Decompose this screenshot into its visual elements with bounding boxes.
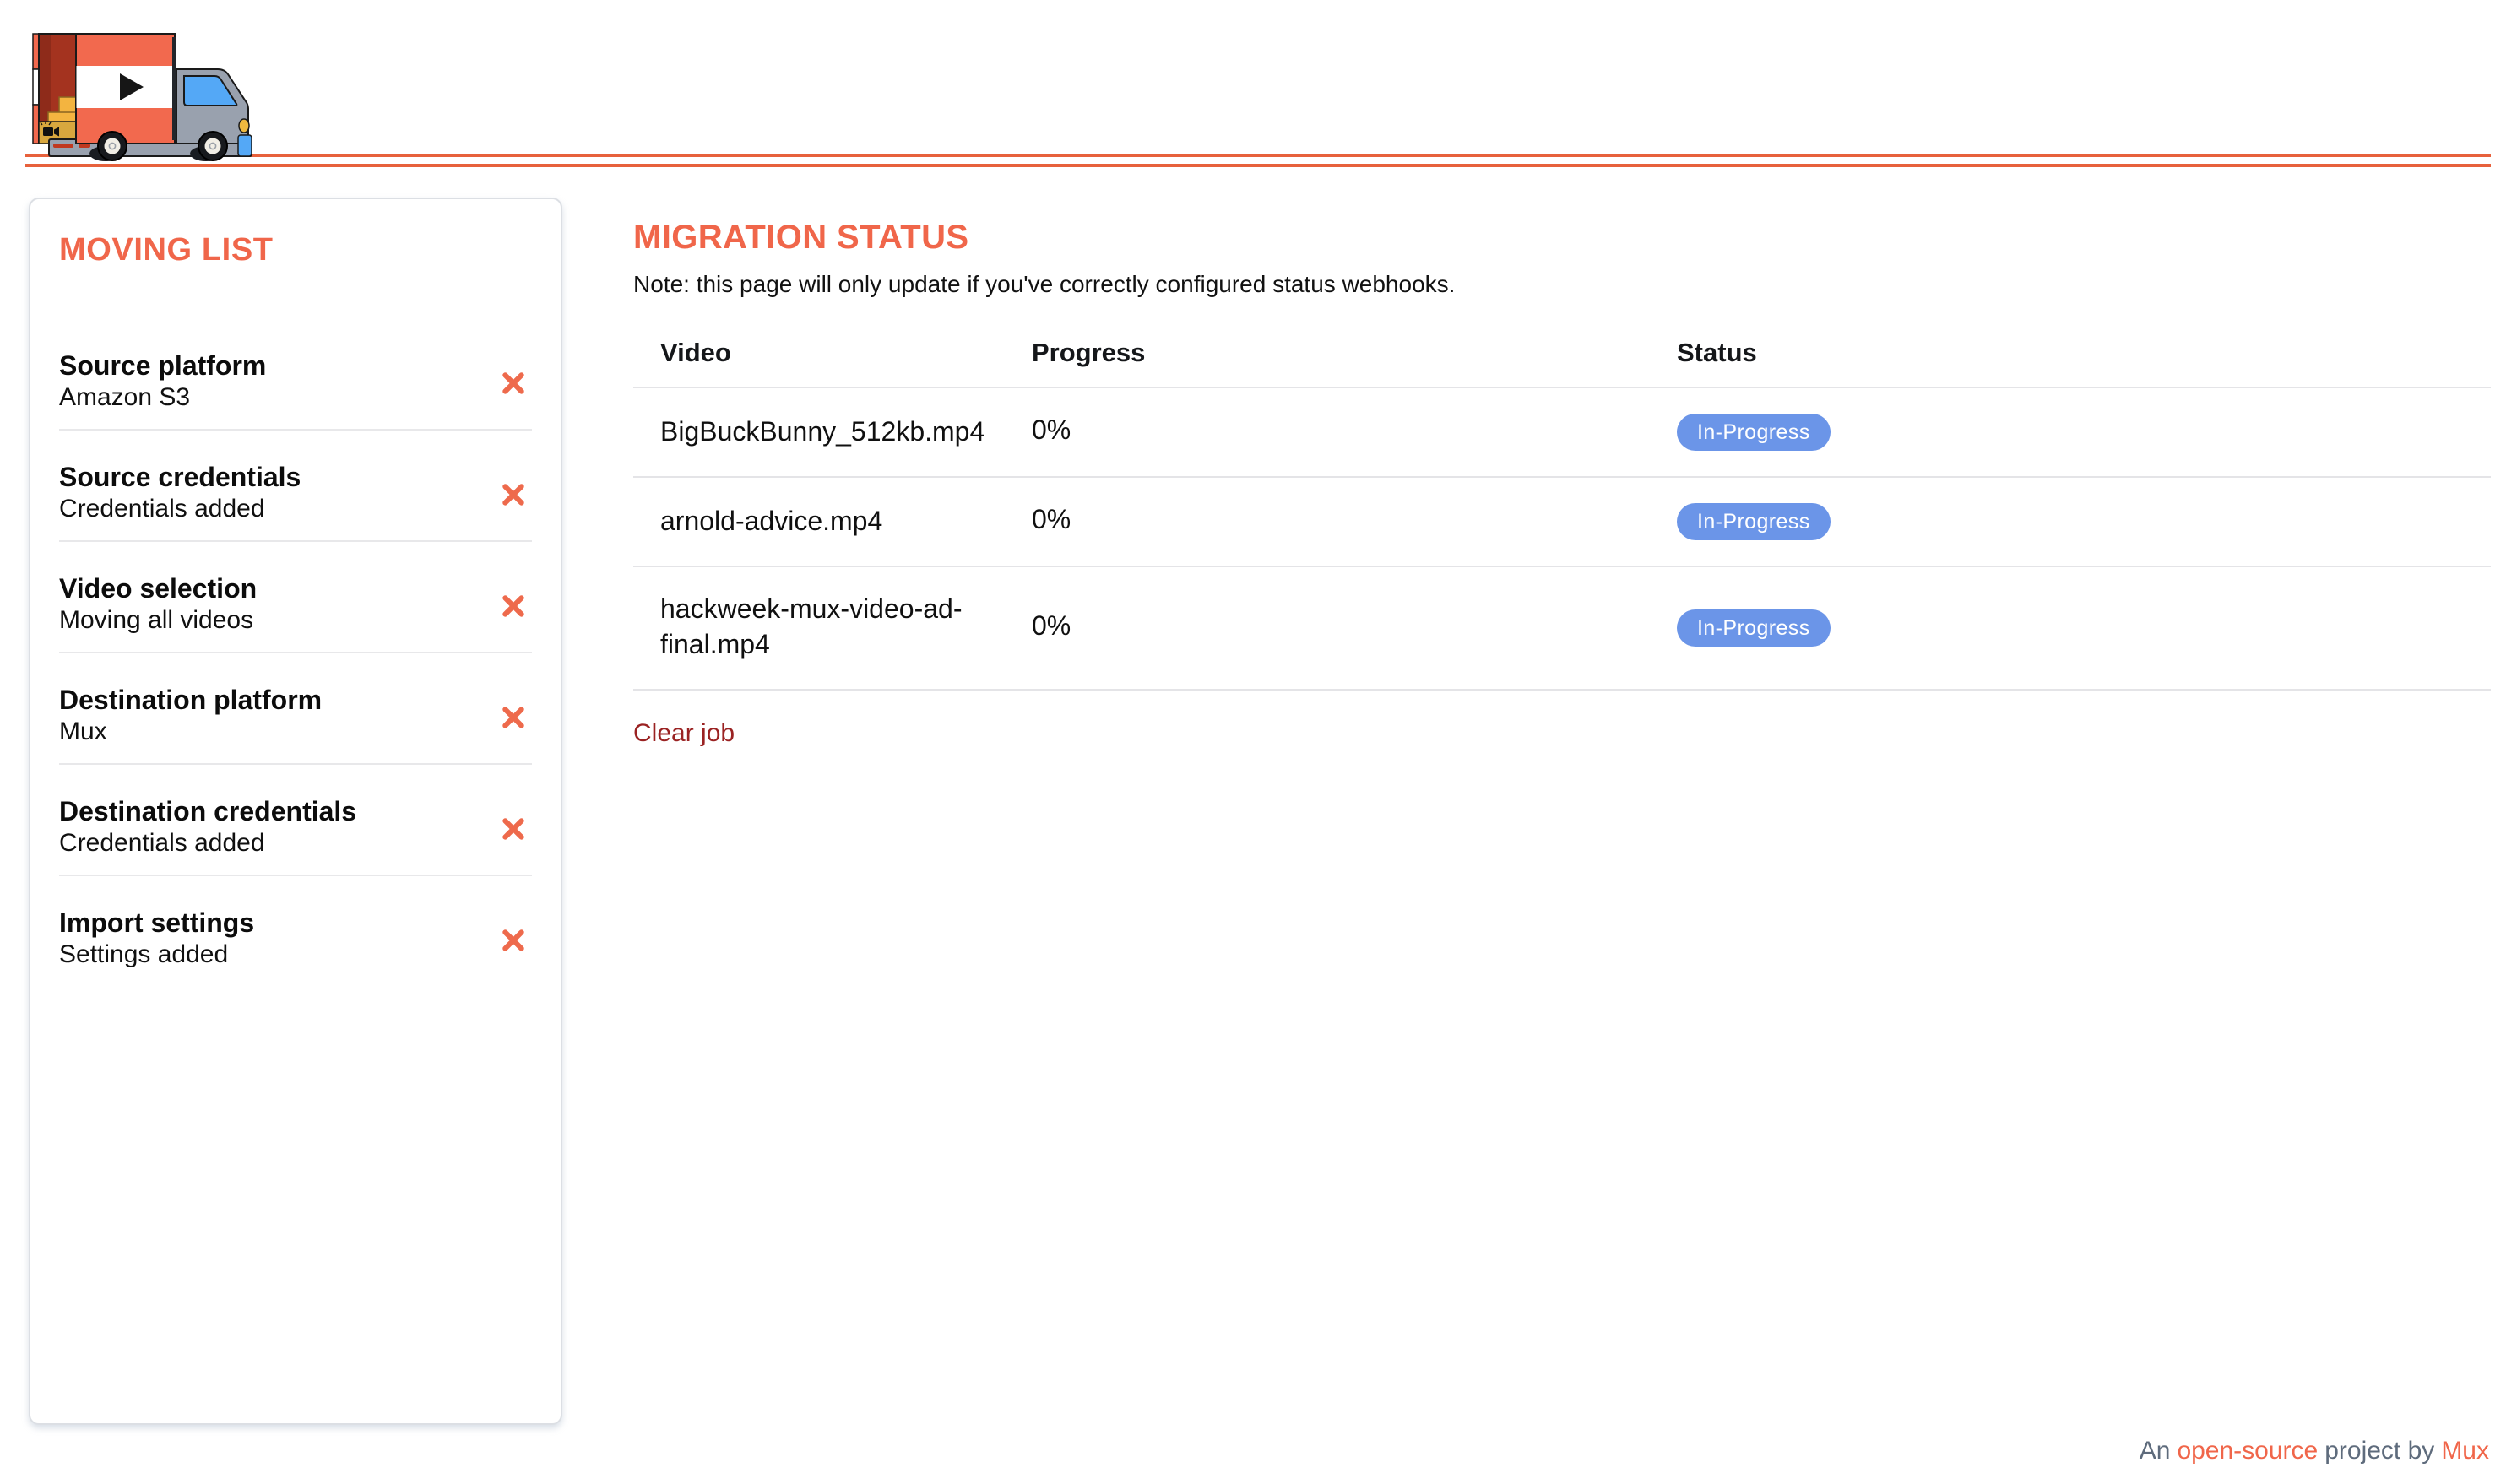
x-icon (502, 929, 525, 952)
item-title: Import settings (59, 910, 254, 940)
table-row: BigBuckBunny_512kb.mp4 0% In-Progress (633, 388, 2491, 478)
footer-credit: Anopen-sourceproject byMux (2140, 1437, 2489, 1465)
item-title: Video selection (59, 576, 257, 606)
sidebar-item-video-selection: Video selection Moving all videos (59, 540, 532, 652)
item-title: Destination platform (59, 687, 322, 718)
header-divider-line-bottom (25, 163, 2491, 167)
webhooks-note: Note: this page will only update if you'… (633, 270, 2491, 297)
footer-text-prefix: An (2140, 1437, 2171, 1465)
item-value: Moving all videos (59, 606, 257, 636)
status-badge: In-Progress (1677, 503, 1831, 540)
sidebar-item-import-settings: Import settings Settings added (59, 875, 532, 986)
x-icon (502, 371, 525, 395)
status-badge: In-Progress (1677, 609, 1831, 647)
item-title: Source platform (59, 353, 266, 383)
sidebar-item-source-credentials: Source credentials Credentials added (59, 429, 532, 540)
item-value: Settings added (59, 940, 254, 971)
item-value: Mux (59, 718, 322, 748)
footer-text-middle: project by (2324, 1437, 2434, 1465)
progress-cell: 0% (1032, 506, 1677, 537)
table-row: arnold-advice.mp4 0% In-Progress (633, 478, 2491, 567)
status-cell: In-Progress (1677, 609, 2491, 647)
sidebar-item-destination-platform: Destination platform Mux (59, 652, 532, 763)
remove-video-selection-button[interactable] (498, 591, 529, 621)
mux-link[interactable]: Mux (2441, 1437, 2489, 1465)
x-icon (502, 594, 525, 618)
remove-source-credentials-button[interactable] (498, 479, 529, 510)
item-title: Destination credentials (59, 799, 356, 829)
x-icon (502, 706, 525, 729)
moving-truck-logo[interactable] (25, 17, 270, 165)
remove-source-platform-button[interactable] (498, 368, 529, 398)
item-value: Credentials added (59, 829, 356, 859)
remove-import-settings-button[interactable] (498, 925, 529, 956)
remove-destination-credentials-button[interactable] (498, 814, 529, 844)
video-cell: BigBuckBunny_512kb.mp4 (660, 414, 973, 450)
video-cell: hackweek-mux-video-ad-final.mp4 (660, 593, 973, 663)
item-title: Source credentials (59, 464, 301, 495)
table-header-row: Video Progress Status (633, 321, 2491, 388)
progress-cell: 0% (1032, 613, 1677, 643)
video-cell: arnold-advice.mp4 (660, 504, 973, 539)
table-row: hackweek-mux-video-ad-final.mp4 0% In-Pr… (633, 567, 2491, 691)
column-header-progress: Progress (1032, 339, 1677, 369)
migration-status-title: MIGRATION STATUS (633, 219, 2491, 258)
open-source-link[interactable]: open-source (2177, 1437, 2318, 1465)
column-header-status: Status (1677, 339, 2491, 369)
column-header-video: Video (660, 339, 1032, 369)
status-cell: In-Progress (1677, 503, 2491, 540)
item-value: Credentials added (59, 495, 301, 525)
x-icon (502, 483, 525, 506)
migration-status-section: MIGRATION STATUS Note: this page will on… (633, 219, 2491, 750)
header-divider-line-top (25, 153, 2491, 157)
item-value: Amazon S3 (59, 383, 266, 414)
remove-destination-platform-button[interactable] (498, 702, 529, 733)
status-badge: In-Progress (1677, 414, 1831, 451)
migration-table: Video Progress Status BigBuckBunny_512kb… (633, 321, 2491, 691)
x-icon (502, 817, 525, 841)
sidebar-item-destination-credentials: Destination credentials Credentials adde… (59, 763, 532, 875)
sidebar-item-source-platform: Source platform Amazon S3 (59, 319, 532, 429)
status-cell: In-Progress (1677, 414, 2491, 451)
clear-job-link[interactable]: Clear job (633, 719, 735, 748)
moving-list-title: MOVING LIST (59, 233, 532, 270)
progress-cell: 0% (1032, 417, 1677, 447)
moving-list-card: MOVING LIST Source platform Amazon S3 So… (29, 198, 562, 1425)
page: MOVING LIST Source platform Amazon S3 So… (0, 0, 2506, 1484)
